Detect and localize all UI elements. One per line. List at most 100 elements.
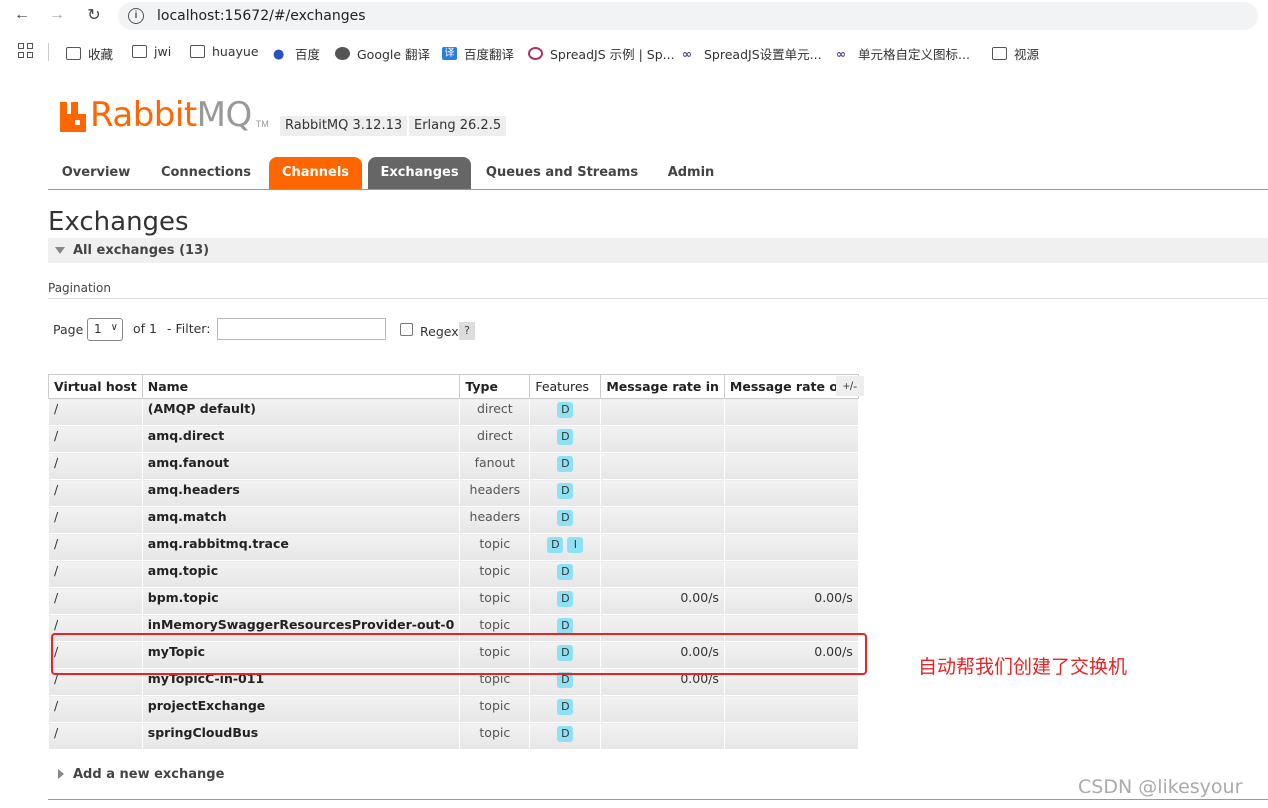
- bookmark-spreadjs-cell[interactable]: ∞ SpreadJS设置单元...: [682, 44, 822, 63]
- tab-exchanges[interactable]: Exchanges: [368, 157, 471, 189]
- table-header-row: Virtual host Name Type Features Message …: [48, 374, 859, 399]
- rabbitmq-logo[interactable]: RabbitMQ TM: [60, 98, 269, 132]
- bookmark-separator: [48, 43, 49, 61]
- logo-text: RabbitMQ: [90, 95, 252, 135]
- cell-virtual-host: /: [48, 506, 143, 534]
- feature-badge: D: [557, 699, 574, 715]
- cell-rate-in: [600, 425, 725, 453]
- page-select[interactable]: 1 ∨: [87, 318, 123, 341]
- cell-rate-in: [600, 722, 725, 750]
- regex-checkbox[interactable]: [400, 323, 413, 336]
- back-arrow-icon[interactable]: ←: [12, 5, 32, 25]
- collapse-triangle-icon: [55, 247, 65, 254]
- cell-type: topic: [459, 722, 531, 750]
- table-row: / amq.fanout fanout D: [48, 452, 859, 480]
- reload-icon[interactable]: ↻: [84, 5, 104, 25]
- cell-name-link[interactable]: projectExchange: [141, 695, 461, 723]
- page-title: Exchanges: [48, 207, 189, 237]
- folder-icon: [132, 45, 147, 58]
- tab-overview[interactable]: Overview: [48, 157, 144, 189]
- cell-name-link[interactable]: amq.headers: [141, 479, 461, 507]
- address-bar[interactable]: i localhost:15672/#/exchanges: [118, 2, 1258, 30]
- forward-arrow-icon[interactable]: →: [47, 5, 67, 25]
- bookmark-jwi[interactable]: jwi: [132, 44, 171, 59]
- bookmark-label: 百度: [295, 47, 321, 62]
- tab-channels[interactable]: Channels: [269, 157, 362, 189]
- expand-triangle-icon: [58, 769, 64, 779]
- cell-name-link[interactable]: amq.match: [141, 506, 461, 534]
- col-type[interactable]: Type: [459, 374, 531, 399]
- cell-virtual-host: /: [48, 722, 143, 750]
- spreadjs-icon: [528, 47, 543, 60]
- feature-badge: D: [557, 564, 574, 580]
- feature-badge: D: [557, 591, 574, 607]
- cell-rate-in: [600, 398, 725, 426]
- apps-grid-icon[interactable]: [18, 43, 34, 59]
- bookmark-baidu[interactable]: ● 百度: [273, 44, 320, 63]
- erlang-version-badge: Erlang 26.2.5: [409, 116, 507, 136]
- bookmark-google-translate[interactable]: Google 翻译: [335, 44, 430, 63]
- tab-queues-and-streams[interactable]: Queues and Streams: [484, 157, 640, 189]
- cell-name-link[interactable]: amq.direct: [141, 425, 461, 453]
- folder-icon: [190, 45, 205, 58]
- wave-icon: ∞: [682, 47, 692, 61]
- feature-badge: D: [557, 726, 574, 742]
- table-row: / amq.direct direct D: [48, 425, 859, 453]
- cell-name-link[interactable]: amq.topic: [141, 560, 461, 588]
- cell-features: D: [529, 560, 602, 588]
- baidu-paw-icon: ●: [273, 47, 285, 62]
- cell-rate-out: 0.00/s: [723, 587, 859, 615]
- cell-rate-out: [723, 425, 859, 453]
- cell-type: topic: [459, 695, 531, 723]
- cell-type: topic: [459, 587, 531, 615]
- cell-rate-in: [600, 533, 725, 561]
- bookmark-shiyuan[interactable]: 视源: [992, 44, 1039, 63]
- cell-features: D: [529, 695, 602, 723]
- cell-name-link[interactable]: (AMQP default): [141, 398, 461, 426]
- column-toggle-button[interactable]: +/-: [836, 376, 864, 396]
- of-pages-label: of 1: [133, 321, 157, 336]
- bookmark-label: 视源: [1014, 47, 1040, 62]
- wave-icon: ∞: [836, 47, 846, 61]
- tab-connections[interactable]: Connections: [152, 157, 260, 189]
- regex-help-button[interactable]: ?: [459, 322, 475, 340]
- bookmark-cell-icon[interactable]: ∞ 单元格自定义图标...: [836, 44, 970, 63]
- cell-name-link[interactable]: amq.rabbitmq.trace: [141, 533, 461, 561]
- bookmark-label: Google 翻译: [357, 47, 431, 62]
- cell-features: DI: [529, 533, 602, 561]
- col-name[interactable]: Name: [141, 374, 461, 399]
- cell-rate-out: [723, 560, 859, 588]
- feature-badge: D: [557, 510, 574, 526]
- cell-rate-out: [723, 506, 859, 534]
- cell-virtual-host: /: [48, 398, 143, 426]
- all-exchanges-section-toggle[interactable]: All exchanges (13): [48, 238, 1268, 263]
- section-title: All exchanges (13): [73, 243, 210, 258]
- tab-admin[interactable]: Admin: [658, 157, 724, 189]
- bookmark-spreadjs-demo[interactable]: SpreadJS 示例 | Sp...: [528, 44, 675, 63]
- cell-name-link[interactable]: amq.fanout: [141, 452, 461, 480]
- cell-name-link[interactable]: springCloudBus: [141, 722, 461, 750]
- col-message-rate-in[interactable]: Message rate in: [600, 374, 725, 399]
- filter-input[interactable]: [217, 318, 386, 340]
- bookmark-baidu-translate[interactable]: 译百度翻译: [442, 44, 514, 63]
- cell-features: D: [529, 425, 602, 453]
- exchanges-table: Virtual host Name Type Features Message …: [48, 374, 859, 750]
- cell-virtual-host: /: [48, 479, 143, 507]
- watermark: CSDN @likesyour: [1078, 776, 1243, 798]
- cell-name-link[interactable]: bpm.topic: [141, 587, 461, 615]
- cell-virtual-host: /: [48, 452, 143, 480]
- url-text[interactable]: localhost:15672/#/exchanges: [157, 8, 365, 24]
- cell-rate-out: [723, 695, 859, 723]
- bookmark-shoucang[interactable]: 收藏: [66, 44, 113, 63]
- site-info-icon[interactable]: i: [128, 8, 144, 24]
- cell-type: fanout: [459, 452, 531, 480]
- annotation-text: 自动帮我们创建了交换机: [918, 656, 1128, 678]
- cell-rate-out: [723, 722, 859, 750]
- bookmark-label: 收藏: [88, 47, 114, 62]
- cell-rate-in: [600, 452, 725, 480]
- col-virtual-host[interactable]: Virtual host: [48, 374, 143, 399]
- bookmark-huayue[interactable]: huayue: [190, 44, 259, 59]
- feature-badge: D: [557, 429, 574, 445]
- browser-toolbar: ← → ↻ i localhost:15672/#/exchanges: [0, 0, 1268, 32]
- globe-icon: [335, 47, 350, 60]
